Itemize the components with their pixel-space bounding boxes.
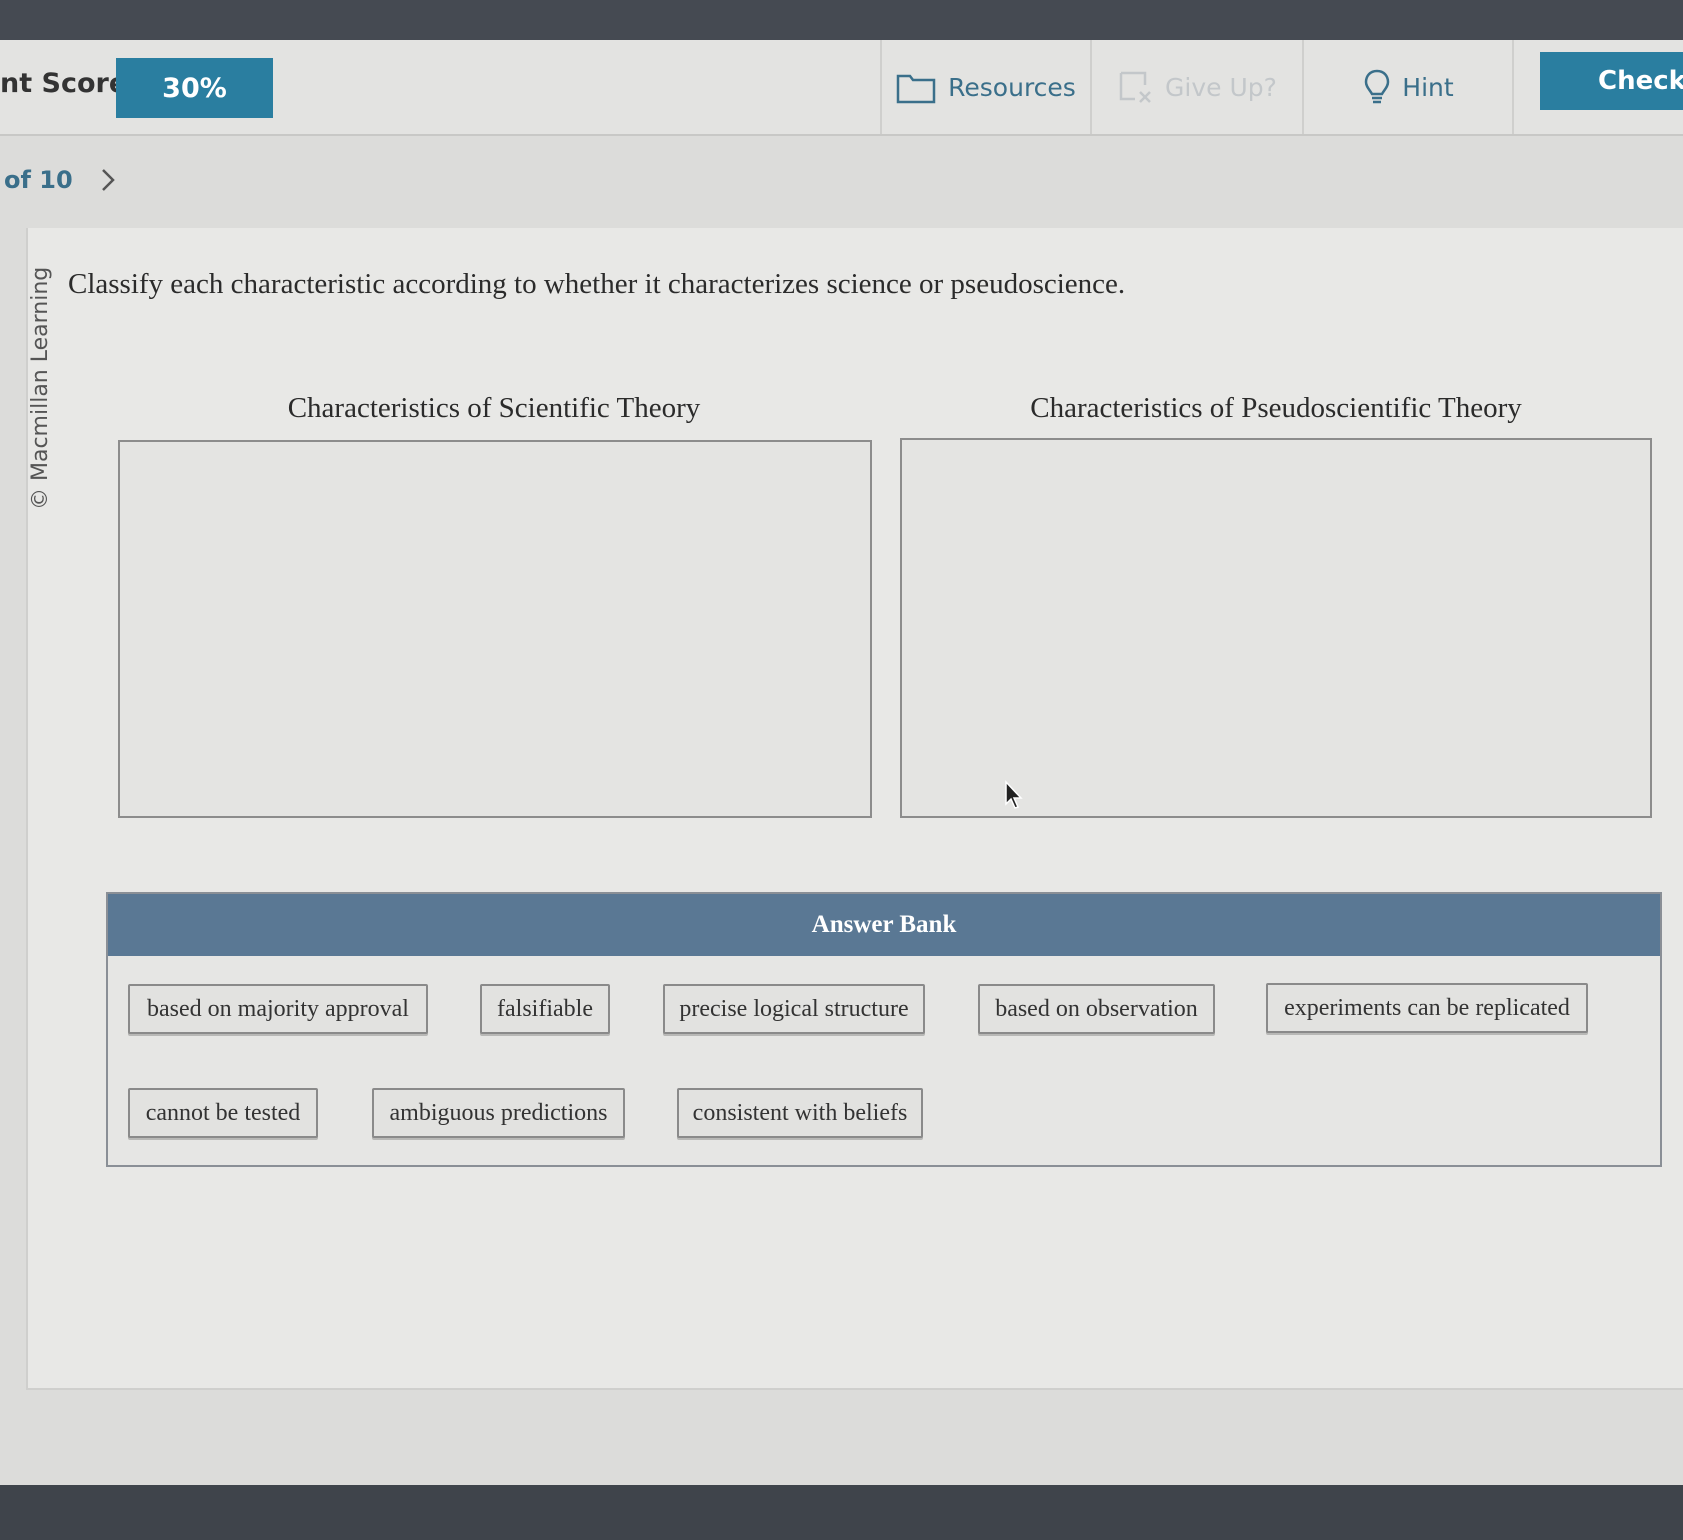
resources-label: Resources [948,72,1076,102]
answer-chip[interactable]: experiments can be replicated [1266,983,1588,1033]
answer-chip[interactable]: cannot be tested [128,1088,318,1138]
score-badge: 30% [116,58,273,118]
chevron-right-icon[interactable] [98,162,120,198]
answer-bank-header: Answer Bank [108,894,1660,956]
answer-chip[interactable]: based on observation [978,984,1215,1034]
drop-zone-pseudoscientific[interactable] [900,438,1652,818]
top-toolbar: nt Score: 30% Resources Give Up? Hint Ch… [0,40,1683,136]
monitor-bezel-top [0,0,1683,40]
toolbar-divider [1512,40,1514,134]
give-up-icon [1117,69,1153,105]
answer-bank: Answer Bank based on majority approval f… [106,892,1662,1167]
answer-chip[interactable]: based on majority approval [128,984,428,1034]
mouse-pointer-icon [1004,780,1024,815]
screen: nt Score: 30% Resources Give Up? Hint Ch… [0,40,1683,1485]
give-up-button[interactable]: Give Up? [1090,40,1302,134]
copyright-notice: © Macmillan Learning [28,266,53,510]
lightbulb-icon [1364,69,1390,105]
resources-button[interactable]: Resources [880,40,1090,134]
question-nav: of 10 [0,136,1683,226]
question-counter: of 10 [4,166,73,194]
answer-chip[interactable]: falsifiable [480,984,610,1034]
bin-title-scientific: Characteristics of Scientific Theory [287,392,701,424]
folder-icon [896,70,936,104]
hint-button[interactable]: Hint [1302,40,1514,134]
answer-chip[interactable]: consistent with beliefs [677,1088,923,1138]
give-up-label: Give Up? [1165,72,1277,102]
monitor-bezel-bottom [0,1485,1683,1540]
answer-chip[interactable]: ambiguous predictions [372,1088,625,1138]
drop-zone-scientific[interactable] [118,440,872,818]
hint-label: Hint [1402,72,1454,102]
bin-title-pseudoscientific: Characteristics of Pseudoscientific Theo… [1030,392,1522,424]
check-answer-button[interactable]: Check A [1540,52,1683,110]
question-text: Classify each characteristic according t… [68,268,1126,300]
answer-chip[interactable]: precise logical structure [663,984,925,1034]
check-answer-label: Check A [1598,66,1683,96]
